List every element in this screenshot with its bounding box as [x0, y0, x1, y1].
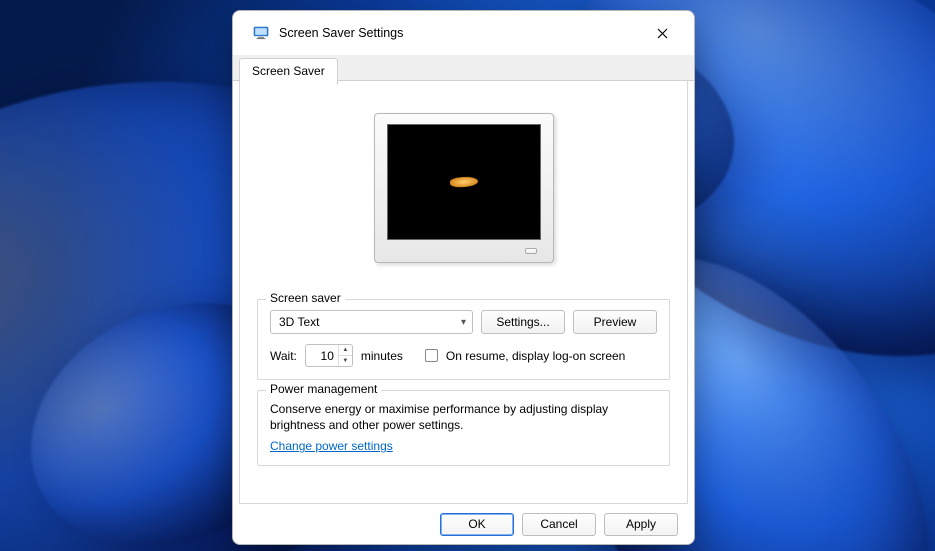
tab-screen-saver[interactable]: Screen Saver [239, 58, 338, 85]
cancel-button[interactable]: Cancel [522, 513, 596, 536]
on-resume-checkbox[interactable] [425, 349, 438, 362]
preview-button-label: Preview [594, 315, 637, 329]
close-icon [657, 28, 668, 39]
wait-value: 10 [306, 345, 338, 366]
monitor-icon [253, 25, 269, 41]
wait-minutes-stepper[interactable]: 10 ▲ ▼ [305, 344, 353, 367]
chevron-down-icon: ▾ [461, 317, 466, 328]
apply-button-label: Apply [626, 517, 656, 531]
ok-button[interactable]: OK [440, 513, 514, 536]
power-legend: Power management [266, 382, 381, 396]
close-button[interactable] [642, 18, 682, 48]
screensaver-select[interactable]: 3D Text ▾ [270, 310, 473, 334]
screensaver-legend: Screen saver [266, 291, 345, 305]
tab-body: Screen saver 3D Text ▾ Settings... Previ… [239, 81, 688, 504]
titlebar[interactable]: Screen Saver Settings [233, 11, 694, 55]
screen-saver-settings-dialog: Screen Saver Settings Screen Saver Scree… [232, 10, 695, 545]
wait-label: Wait: [270, 349, 297, 363]
screensaver-graphic [449, 176, 478, 188]
dialog-button-row: OK Cancel Apply [233, 504, 694, 544]
monitor-preview [374, 113, 554, 263]
apply-button[interactable]: Apply [604, 513, 678, 536]
stepper-up-icon[interactable]: ▲ [339, 345, 352, 356]
settings-button-label: Settings... [496, 315, 549, 329]
power-management-group: Power management Conserve energy or maxi… [257, 390, 670, 466]
wait-unit: minutes [361, 349, 403, 363]
settings-button[interactable]: Settings... [481, 310, 565, 334]
monitor-power-button-icon [525, 248, 537, 254]
stepper-down-icon[interactable]: ▼ [339, 356, 352, 366]
monitor-screen [387, 124, 541, 240]
window-title: Screen Saver Settings [279, 26, 642, 40]
tab-label: Screen Saver [252, 64, 325, 78]
change-power-settings-link[interactable]: Change power settings [270, 439, 393, 453]
cancel-button-label: Cancel [540, 517, 577, 531]
on-resume-label: On resume, display log-on screen [446, 349, 625, 363]
tab-strip: Screen Saver [233, 55, 694, 81]
preview-area [257, 93, 670, 283]
screensaver-select-value: 3D Text [279, 315, 319, 329]
preview-button[interactable]: Preview [573, 310, 657, 334]
power-description: Conserve energy or maximise performance … [270, 401, 657, 433]
ok-button-label: OK [468, 517, 485, 531]
screensaver-group: Screen saver 3D Text ▾ Settings... Previ… [257, 299, 670, 380]
